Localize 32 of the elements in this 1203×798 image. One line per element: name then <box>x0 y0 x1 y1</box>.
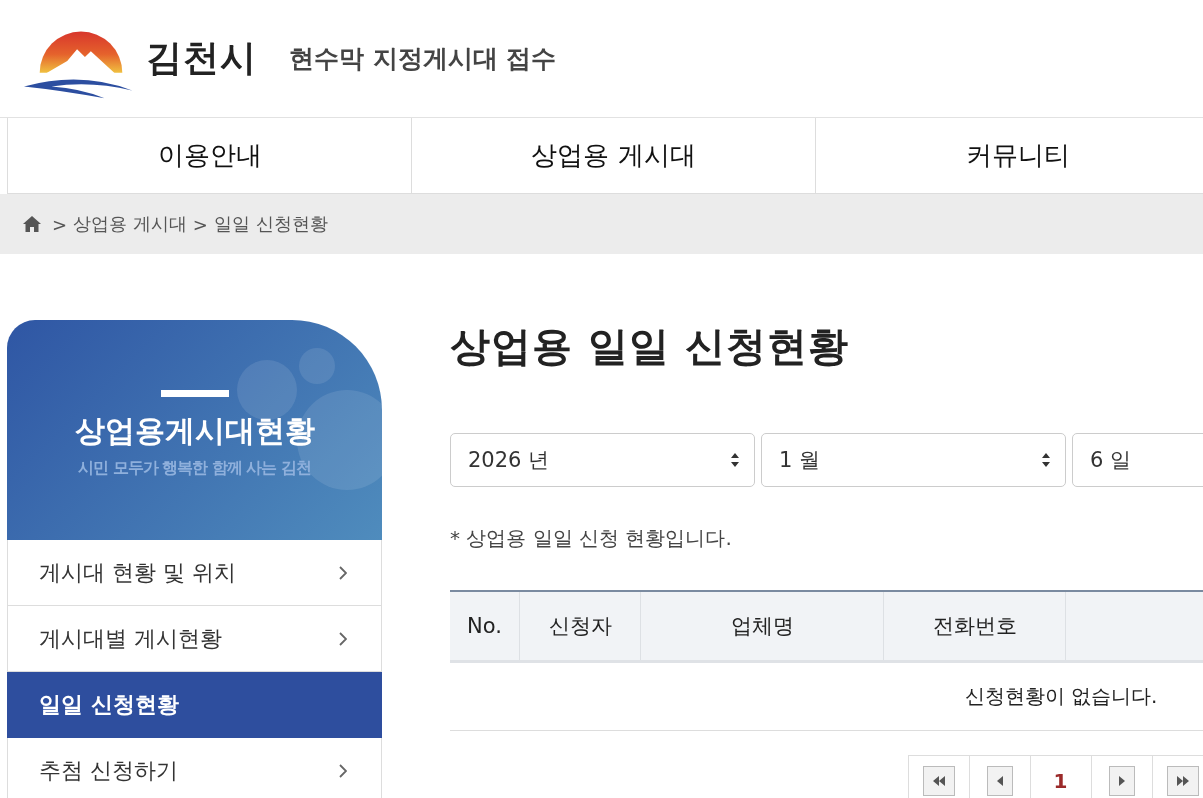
date-select[interactable]: 2026 년 <box>450 433 755 487</box>
banner-subtitle: 시민 모두가 행복한 함께 사는 김천 <box>78 458 311 479</box>
nav-menu-item[interactable]: 이용안내 <box>7 118 411 193</box>
sidebar-menu-item[interactable]: 추첨 신청하기 <box>7 738 382 798</box>
site-title: 현수막 지정게시대 접수 <box>289 43 557 75</box>
breadcrumb-link[interactable]: 일일 신청현황 <box>213 212 328 236</box>
breadcrumb-separator: > <box>52 213 68 235</box>
chevron-right-icon <box>339 763 347 778</box>
nav-menu-item[interactable]: 상업용 게시대 <box>411 118 815 193</box>
breadcrumb-separator: > <box>192 213 208 235</box>
chevron-right-icon <box>339 565 347 580</box>
date-select[interactable]: 1 월 <box>761 433 1066 487</box>
banner-bar <box>160 390 229 397</box>
table-header-cell: 업체명 <box>641 592 884 660</box>
city-name: 김천시 <box>146 36 257 80</box>
sidebar-menu-item[interactable]: 일일 신청현황 <box>7 672 382 738</box>
home-icon[interactable] <box>22 215 42 233</box>
table-header-cell: 신청자 <box>520 592 641 660</box>
banner-title: 상업용게시대현황 <box>74 412 315 450</box>
page-title: 상업용 일일 신청현황 <box>450 322 850 371</box>
date-select[interactable]: 6 일 <box>1072 433 1203 487</box>
table-header-cell: No. <box>450 592 520 660</box>
sidebar-menu-item[interactable]: 게시대 현황 및 위치 <box>7 540 382 606</box>
sort-arrows-icon <box>1041 452 1051 468</box>
table-header-cell: 전화번호 <box>884 592 1066 660</box>
empty-message: 신청현황이 없습니다. <box>964 683 1158 710</box>
chevron-right-icon <box>339 631 347 646</box>
breadcrumb-link[interactable]: 상업용 게시대 <box>73 212 187 236</box>
sort-arrows-icon <box>730 452 740 468</box>
nav-menu-item[interactable]: 커뮤니티 <box>815 118 1203 193</box>
notice-text: * 상업용 일일 신청 현황입니다. <box>450 525 733 552</box>
double-arrow-button[interactable] <box>907 755 970 798</box>
